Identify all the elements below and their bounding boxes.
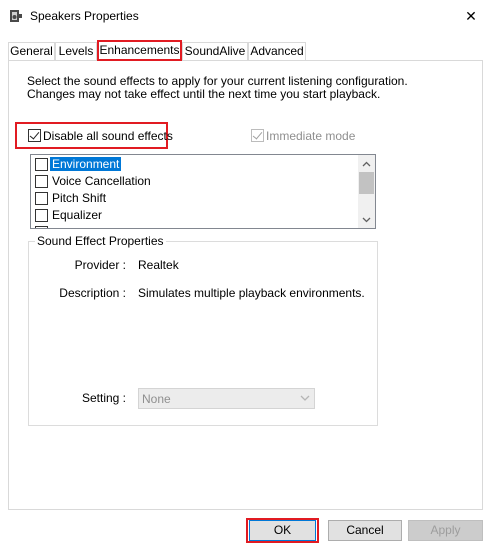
tab-strip: General Levels Enhancements SoundAlive A… bbox=[8, 40, 483, 61]
disable-all-label[interactable]: Disable all sound effects bbox=[43, 129, 173, 143]
list-item-equalizer[interactable]: Equalizer bbox=[31, 207, 359, 224]
tab-general[interactable]: General bbox=[8, 42, 55, 60]
partial-checkbox bbox=[35, 226, 48, 228]
enhancements-description: Select the sound effects to apply for yo… bbox=[27, 74, 408, 101]
scroll-up-button[interactable] bbox=[358, 155, 375, 172]
window-title: Speakers Properties bbox=[30, 9, 139, 23]
environment-checkbox[interactable] bbox=[35, 158, 48, 171]
environment-label[interactable]: Environment bbox=[50, 157, 122, 171]
voice-cancellation-checkbox[interactable] bbox=[35, 175, 48, 188]
group-title: Sound Effect Properties bbox=[35, 234, 166, 248]
close-icon: ✕ bbox=[465, 7, 477, 24]
close-button[interactable]: ✕ bbox=[451, 0, 491, 32]
pitch-shift-checkbox[interactable] bbox=[35, 192, 48, 205]
cancel-button[interactable]: Cancel bbox=[328, 520, 402, 541]
setting-value: None bbox=[142, 392, 171, 406]
chevron-up-icon bbox=[362, 161, 371, 166]
equalizer-label[interactable]: Equalizer bbox=[50, 208, 104, 222]
immediate-mode-label[interactable]: Immediate mode bbox=[266, 129, 355, 143]
tab-enhancements[interactable]: Enhancements bbox=[97, 40, 182, 61]
tab-advanced[interactable]: Advanced bbox=[248, 42, 306, 60]
voice-cancellation-label[interactable]: Voice Cancellation bbox=[50, 174, 153, 188]
list-item-partial bbox=[31, 224, 359, 228]
sound-effects-list[interactable]: Environment Voice Cancellation Pitch Shi… bbox=[30, 154, 376, 229]
ok-button[interactable]: OK bbox=[249, 520, 316, 541]
title-bar: Speakers Properties ✕ bbox=[0, 0, 491, 32]
scroll-thumb[interactable] bbox=[359, 172, 374, 194]
speaker-icon bbox=[9, 9, 23, 23]
pitch-shift-label[interactable]: Pitch Shift bbox=[50, 191, 108, 205]
provider-value: Realtek bbox=[138, 258, 179, 272]
speakers-properties-window: Speakers Properties ✕ General Levels Enh… bbox=[0, 0, 491, 547]
chevron-down-icon bbox=[300, 395, 310, 401]
immediate-mode-checkbox[interactable] bbox=[251, 129, 264, 142]
list-item-pitch-shift[interactable]: Pitch Shift bbox=[31, 190, 359, 207]
list-item-environment[interactable]: Environment bbox=[31, 156, 359, 173]
scroll-down-button[interactable] bbox=[358, 211, 375, 228]
setting-label: Setting : bbox=[81, 391, 126, 405]
description-label: Description : bbox=[59, 286, 126, 300]
description-value: Simulates multiple playback environments… bbox=[138, 286, 365, 300]
apply-button[interactable]: Apply bbox=[408, 520, 483, 541]
disable-all-checkbox[interactable] bbox=[28, 129, 41, 142]
tab-levels[interactable]: Levels bbox=[55, 42, 97, 60]
setting-dropdown[interactable]: None bbox=[138, 388, 315, 409]
equalizer-checkbox[interactable] bbox=[35, 209, 48, 222]
tab-soundalive[interactable]: SoundAlive bbox=[182, 42, 248, 60]
list-item-voice-cancellation[interactable]: Voice Cancellation bbox=[31, 173, 359, 190]
provider-label: Provider : bbox=[74, 258, 126, 272]
chevron-down-icon bbox=[362, 217, 371, 222]
list-scrollbar[interactable] bbox=[358, 155, 375, 228]
